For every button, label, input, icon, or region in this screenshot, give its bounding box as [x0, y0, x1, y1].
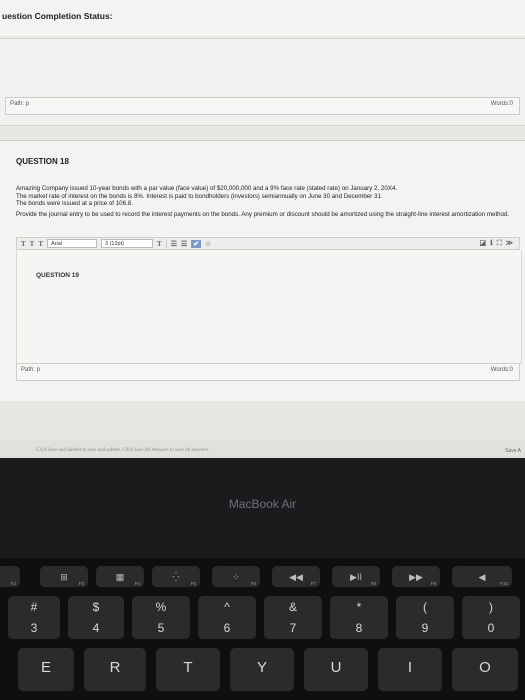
question-line: Amazing Company issued 10-year bonds wit…: [16, 185, 398, 192]
f2-key[interactable]: F2: [0, 566, 20, 588]
question-text: Amazing Company issued 10-year bonds wit…: [16, 185, 516, 218]
key-r[interactable]: R: [84, 648, 146, 692]
f7-rewind-key[interactable]: ◀◀ F7: [272, 566, 320, 588]
device-label: MacBook Air: [228, 497, 297, 511]
numbered-list-icon[interactable]: ☰: [181, 240, 187, 248]
key-label: T: [183, 659, 193, 676]
text-style-button[interactable]: T: [157, 240, 162, 248]
spellcheck-icon[interactable]: ✔: [191, 239, 202, 248]
key-label: F7: [310, 581, 316, 586]
fullscreen-icon[interactable]: ⛶: [497, 239, 502, 248]
f10-mute-key[interactable]: ◀ F10: [452, 566, 512, 588]
key-shift-label: ): [489, 600, 493, 614]
f5-key[interactable]: ⁛ F5: [152, 566, 200, 588]
path-bar: Path: p Words:0: [5, 97, 520, 115]
question-completion-status: uestion Completion Status:: [2, 11, 113, 21]
path-bar: Path: p Words:0: [16, 363, 520, 381]
key-shift-label: %: [155, 600, 167, 614]
key-shift-label: *: [356, 600, 362, 614]
text-format-button[interactable]: T: [30, 240, 35, 248]
link-icon[interactable]: ⊘: [205, 240, 211, 248]
path-label: Path: p: [21, 367, 41, 373]
f9-fast-forward-key[interactable]: ▶▶ F9: [392, 566, 440, 588]
editor-toolbar: T T T Arial 3 (12pt) T ☰ ☰ ✔ ⊘ ◪ ℹ ⛶ ≫: [16, 237, 520, 250]
path-label: Path: p: [10, 101, 30, 107]
save-hint: Click Save and Submit to save and submit…: [36, 448, 210, 453]
word-count: Words:0: [490, 101, 513, 107]
key-6[interactable]: ^ 6: [198, 596, 256, 640]
key-y[interactable]: Y: [230, 648, 294, 692]
key-label: 8: [355, 621, 363, 635]
key-label: 9: [421, 621, 429, 635]
toolbar-right-group: ◪ ℹ ⛶ ≫: [479, 239, 519, 248]
key-label: F5: [190, 581, 196, 586]
key-i[interactable]: I: [378, 648, 442, 692]
key-shift-label: #: [30, 600, 38, 614]
key-0[interactable]: ) 0: [462, 596, 520, 640]
key-label: F2: [10, 581, 16, 586]
f3-mission-control-key[interactable]: ⊞ F3: [40, 566, 88, 588]
key-shift-label: &: [288, 600, 297, 614]
key-5[interactable]: % 5: [132, 596, 190, 640]
keyboard: F2 ⊞ F3 ▦ F4 ⁛ F5 ⁘ F6 ◀◀ F7 ▶II F8 ▶▶ F…: [0, 558, 525, 700]
key-label: 7: [289, 621, 297, 635]
question-18-card: QUESTION 18 Amazing Company issued 10-ye…: [0, 140, 525, 401]
key-shift-label: (: [423, 600, 427, 614]
text-format-button[interactable]: T: [38, 240, 43, 248]
answer-textarea[interactable]: [16, 251, 522, 364]
question-19-title: QUESTION 19: [36, 272, 79, 279]
key-9[interactable]: ( 9: [396, 596, 454, 640]
key-label: R: [109, 659, 121, 676]
previous-answer-editor[interactable]: Path: p Words:0: [0, 38, 525, 126]
key-label: 6: [223, 621, 231, 635]
text-format-button[interactable]: T: [21, 240, 26, 248]
key-label: F3: [78, 581, 84, 586]
question-instruction: Provide the journal entry to be used to …: [16, 210, 510, 218]
key-e[interactable]: E: [18, 648, 74, 692]
question-line: The market rate of interest on the bonds…: [16, 192, 383, 200]
font-size-select[interactable]: 3 (12pt): [101, 239, 154, 248]
key-3[interactable]: # 3: [8, 596, 60, 640]
preview-icon[interactable]: ◪: [479, 239, 486, 248]
save-all-button[interactable]: Save A: [505, 448, 521, 454]
key-8[interactable]: * 8: [330, 596, 388, 640]
key-label: 5: [157, 621, 165, 635]
word-count: Words:0: [490, 367, 513, 373]
info-icon[interactable]: ℹ: [490, 239, 493, 248]
bullet-list-icon[interactable]: ☰: [171, 240, 177, 248]
key-label: O: [479, 659, 491, 676]
question-title: QUESTION 18: [16, 157, 69, 166]
key-u[interactable]: U: [304, 648, 368, 692]
key-o[interactable]: O: [452, 648, 518, 692]
f4-launchpad-key[interactable]: ▦ F4: [96, 566, 144, 588]
key-label: U: [330, 659, 342, 676]
key-t[interactable]: T: [156, 648, 220, 692]
status-header: uestion Completion Status:: [0, 0, 525, 36]
browser-screen: uestion Completion Status: Path: p Words…: [0, 0, 525, 458]
font-size-value: 3 (12pt): [105, 240, 124, 247]
key-label: 4: [92, 621, 100, 635]
font-family-value: Arial: [51, 240, 63, 247]
key-label: F8: [370, 581, 376, 586]
key-7[interactable]: & 7: [264, 596, 322, 640]
toolbar-divider: [165, 239, 167, 248]
key-label: 3: [30, 621, 38, 635]
key-4[interactable]: $ 4: [68, 596, 124, 640]
key-label: Y: [256, 659, 267, 676]
key-label: I: [407, 659, 413, 676]
key-label: E: [40, 659, 51, 676]
key-label: F6: [250, 581, 256, 586]
expand-toolbar-icon[interactable]: ≫: [506, 239, 513, 248]
key-label: F4: [134, 581, 140, 586]
key-shift-label: $: [92, 600, 100, 614]
key-shift-label: ^: [224, 600, 230, 614]
key-label: F10: [500, 581, 508, 586]
f8-play-pause-key[interactable]: ▶II F8: [332, 566, 380, 588]
f6-key[interactable]: ⁘ F6: [212, 566, 260, 588]
font-family-select[interactable]: Arial: [47, 239, 98, 248]
key-label: 0: [487, 621, 495, 635]
question-line: The bonds were issued at a price of 106.…: [16, 200, 133, 208]
key-label: F9: [430, 581, 436, 586]
